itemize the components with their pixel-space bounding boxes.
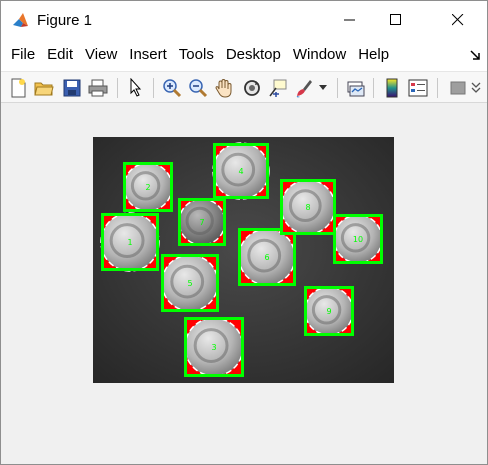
coin-label: 10 [353, 235, 363, 244]
menu-window[interactable]: Window [287, 39, 352, 71]
hide-plot-tools-button[interactable] [447, 77, 469, 99]
save-icon [63, 79, 81, 97]
rotate-3d-icon [244, 80, 260, 96]
minimize-icon [344, 19, 355, 21]
toolbar-separator [437, 78, 438, 98]
open-file-icon [34, 82, 54, 96]
toolbar-separator [153, 78, 154, 98]
detected-coin: 9 [304, 286, 354, 336]
colorbar-icon [386, 78, 398, 98]
pan-hand-icon [215, 78, 232, 98]
rotate-button[interactable] [241, 77, 263, 99]
brush-icon [296, 80, 312, 98]
chevron-down-icon [319, 85, 327, 90]
legend-button[interactable] [407, 77, 429, 99]
open-file-button[interactable] [33, 77, 55, 99]
detected-coin: 7 [178, 198, 226, 246]
maximize-button[interactable] [373, 1, 419, 39]
menu-desktop[interactable]: Desktop [220, 39, 287, 71]
detected-coin: 5 [161, 254, 219, 312]
print-button[interactable] [87, 77, 109, 99]
menu-tools[interactable]: Tools [173, 39, 220, 71]
zoom-in-icon [163, 79, 182, 98]
toolbar-separator [117, 78, 118, 98]
dock-figure-icon[interactable] [469, 49, 481, 61]
link-plot-icon [347, 81, 365, 97]
colorbar-button[interactable] [381, 77, 403, 99]
coin-label: 7 [199, 218, 204, 227]
data-cursor-button[interactable] [267, 77, 289, 99]
window-title: Figure 1 [37, 12, 93, 29]
legend-icon [408, 79, 428, 97]
figure-canvas: 1 2 7 4 5 3 6 8 9 10 [1, 104, 487, 464]
toolbar-separator [373, 78, 374, 98]
pan-button[interactable] [213, 77, 235, 99]
detected-coin: 10 [333, 214, 383, 264]
hide-plot-tools-icon [450, 81, 466, 95]
zoom-out-icon [189, 79, 208, 98]
brush-button[interactable] [293, 77, 315, 99]
coin-label: 4 [238, 167, 243, 176]
menu-help[interactable]: Help [352, 39, 395, 71]
coin-label: 9 [326, 307, 331, 316]
close-button[interactable] [435, 1, 481, 39]
maximize-icon [390, 14, 401, 25]
menu-view[interactable]: View [79, 39, 123, 71]
menu-edit[interactable]: Edit [41, 39, 79, 71]
image-axes: 1 2 7 4 5 3 6 8 9 10 [93, 137, 394, 383]
link-plot-button[interactable] [345, 77, 367, 99]
double-chevron-icon [471, 82, 481, 93]
save-button[interactable] [61, 77, 83, 99]
detected-coin: 3 [184, 317, 244, 377]
toolbar-separator [337, 78, 338, 98]
select-button[interactable] [125, 77, 147, 99]
print-icon [88, 79, 108, 97]
detected-coin: 4 [212, 142, 270, 200]
new-figure-button[interactable] [7, 77, 29, 99]
minimize-button[interactable] [327, 1, 373, 39]
coin-label: 3 [211, 343, 216, 352]
data-cursor-icon [269, 79, 287, 97]
select-arrow-icon [130, 78, 142, 97]
figure-toolbar [1, 71, 487, 103]
brush-dropdown-button[interactable] [317, 77, 329, 99]
detected-coin: 6 [238, 228, 296, 286]
close-icon [452, 14, 464, 26]
menu-file[interactable]: File [5, 39, 41, 71]
show-plot-tools-button[interactable] [469, 77, 485, 99]
detected-coin: 1 [100, 212, 160, 272]
detected-coin: 8 [280, 179, 336, 235]
coin-label: 5 [187, 279, 192, 288]
menu-bar: File Edit View Insert Tools Desktop Wind… [1, 39, 487, 71]
title-bar: Figure 1 [1, 1, 487, 39]
coin-detection-image: 1 2 7 4 5 3 6 8 9 10 [93, 137, 394, 383]
matlab-logo-icon [13, 13, 28, 27]
detected-coin: 2 [123, 162, 173, 212]
figure-window: Figure 1 File Edit View Insert Tools Des… [0, 0, 488, 465]
coin-label: 1 [127, 238, 132, 247]
coin-label: 2 [145, 183, 150, 192]
coin-label: 6 [264, 253, 269, 262]
coin-label: 8 [305, 203, 310, 212]
zoom-out-button[interactable] [187, 77, 209, 99]
new-figure-icon [11, 78, 26, 98]
menu-insert[interactable]: Insert [123, 39, 173, 71]
zoom-in-button[interactable] [161, 77, 183, 99]
